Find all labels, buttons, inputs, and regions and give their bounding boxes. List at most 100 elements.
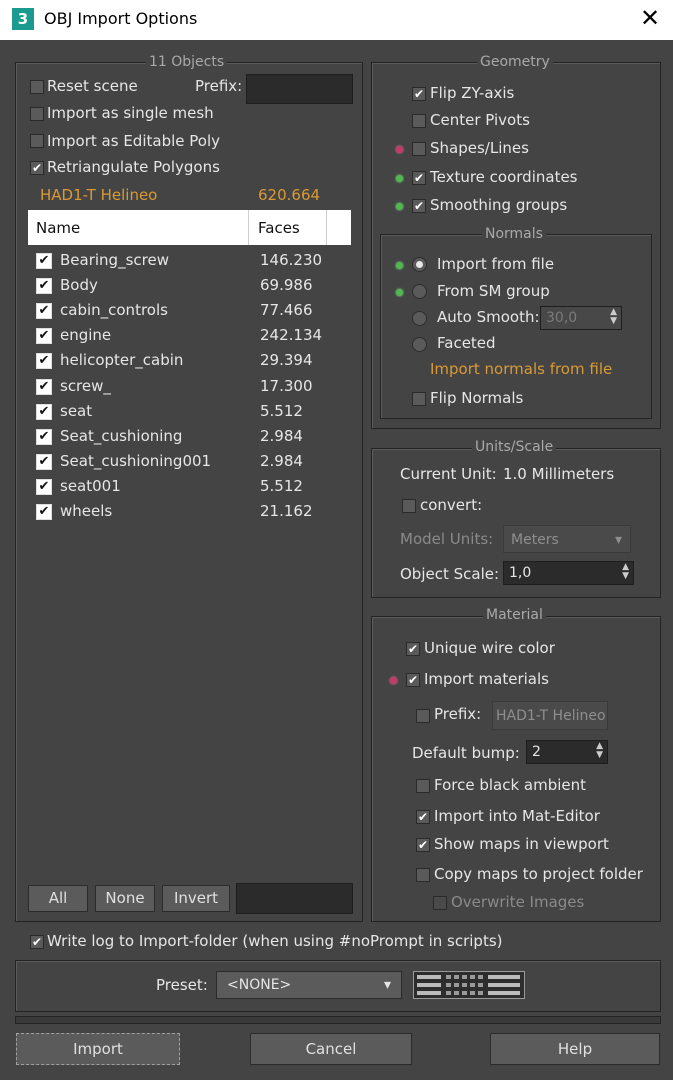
- row-faces: 21.162: [260, 502, 313, 520]
- import-materials-checkbox[interactable]: ✔: [406, 673, 420, 687]
- material-prefix-checkbox[interactable]: [416, 709, 430, 723]
- default-bump-spinner[interactable]: 2 ▲ ▼: [526, 740, 608, 764]
- row-name: screw_: [60, 376, 111, 395]
- flip-zy-label: Flip ZY-axis: [430, 84, 515, 102]
- editable-poly-label: Import as Editable Poly: [47, 132, 220, 150]
- faceted-radio[interactable]: [412, 337, 427, 352]
- table-row[interactable]: ✔ wheels 21.162: [28, 502, 351, 524]
- mat-editor-checkbox[interactable]: ✔: [416, 810, 430, 824]
- table-row[interactable]: ✔ Seat_cushioning 2.984: [28, 427, 351, 449]
- overwrite-images-checkbox[interactable]: [433, 896, 447, 910]
- spinner-arrows-icon[interactable]: ▲ ▼: [610, 308, 617, 326]
- table-row[interactable]: ✔ cabin_controls 77.466: [28, 301, 351, 323]
- force-black-label: Force black ambient: [434, 776, 587, 794]
- summary-name: HAD1-T Helineo: [40, 186, 158, 204]
- table-row[interactable]: ✔ seat001 5.512: [28, 477, 351, 499]
- preset-label: Preset:: [156, 976, 208, 994]
- table-row[interactable]: ✔ Body 69.986: [28, 276, 351, 298]
- from-sm-group-radio[interactable]: [412, 284, 427, 299]
- invert-selection-button[interactable]: Invert: [162, 885, 230, 912]
- row-checkbox[interactable]: ✔: [36, 504, 52, 520]
- row-faces: 5.512: [260, 401, 303, 420]
- row-name: Seat_cushioning: [60, 426, 183, 445]
- auto-smooth-radio[interactable]: [412, 311, 427, 326]
- preset-value: <NONE>: [227, 977, 292, 993]
- row-checkbox[interactable]: ✔: [36, 303, 52, 320]
- table-row[interactable]: ✔ engine 242.134: [28, 326, 351, 348]
- center-pivots-label: Center Pivots: [430, 111, 530, 129]
- retriangulate-label: Retriangulate Polygons: [47, 158, 220, 176]
- normals-group-title: Normals: [482, 226, 546, 242]
- import-from-file-label: Import from file: [437, 255, 555, 273]
- unique-wire-label: Unique wire color: [424, 639, 555, 657]
- chevron-down-icon: ▾: [383, 977, 391, 993]
- row-checkbox[interactable]: ✔: [36, 428, 52, 445]
- auto-smooth-value: 30,0: [546, 310, 578, 326]
- filter-input[interactable]: [236, 883, 353, 914]
- retriangulate-checkbox[interactable]: ✔: [30, 161, 44, 175]
- row-checkbox[interactable]: ✔: [36, 278, 52, 295]
- center-pivots-checkbox[interactable]: [412, 114, 426, 128]
- force-black-checkbox[interactable]: [416, 779, 430, 793]
- texture-coords-checkbox[interactable]: ✔: [412, 171, 426, 185]
- table-row[interactable]: ✔ screw_ 17.300: [28, 377, 351, 399]
- write-log-checkbox[interactable]: ✔: [30, 935, 44, 949]
- import-from-file-radio[interactable]: [412, 257, 427, 272]
- row-checkbox[interactable]: ✔: [36, 378, 52, 395]
- row-checkbox[interactable]: ✔: [36, 478, 52, 495]
- texture-coords-label: Texture coordinates: [430, 168, 578, 186]
- flip-normals-checkbox[interactable]: [412, 392, 426, 406]
- select-none-button[interactable]: None: [95, 885, 155, 912]
- shapes-status-indicator: [396, 146, 403, 153]
- smoothing-groups-checkbox[interactable]: ✔: [412, 199, 426, 213]
- single-mesh-checkbox[interactable]: [30, 107, 44, 121]
- table-row[interactable]: ✔ Bearing_screw 146.230: [28, 251, 351, 273]
- table-row[interactable]: ✔ seat 5.512: [28, 402, 351, 424]
- object-scale-value: 1,0: [509, 565, 532, 581]
- close-icon[interactable]: ✕: [632, 2, 668, 36]
- row-checkbox[interactable]: ✔: [36, 353, 52, 370]
- row-name: wheels: [60, 502, 113, 520]
- column-faces-header[interactable]: Faces: [258, 219, 300, 237]
- auto-smooth-label: Auto Smooth:: [437, 308, 540, 326]
- preset-dropdown[interactable]: <NONE> ▾: [216, 971, 402, 999]
- editable-poly-checkbox[interactable]: [30, 134, 44, 148]
- object-scale-spinner[interactable]: 1,0 ▲ ▼: [503, 561, 634, 585]
- model-units-dropdown[interactable]: Meters ▾: [503, 525, 631, 553]
- preset-grid-icon[interactable]: [413, 971, 525, 999]
- row-checkbox[interactable]: ✔: [36, 403, 52, 420]
- copy-maps-checkbox[interactable]: [416, 868, 430, 882]
- cancel-button[interactable]: Cancel: [250, 1033, 412, 1065]
- spinner-arrows-icon[interactable]: ▲ ▼: [596, 742, 603, 760]
- row-name: seat: [60, 401, 93, 420]
- import-button[interactable]: Import: [16, 1033, 180, 1065]
- column-name-header[interactable]: Name: [36, 219, 80, 237]
- row-checkbox[interactable]: ✔: [36, 453, 52, 470]
- convert-checkbox[interactable]: [402, 499, 416, 513]
- row-name: Body: [60, 276, 98, 295]
- material-prefix-input[interactable]: HAD1-T Helineo: [492, 701, 608, 730]
- table-row[interactable]: ✔ helicopter_cabin 29.394: [28, 351, 351, 373]
- flip-zy-checkbox[interactable]: ✔: [412, 87, 426, 101]
- prefix-input[interactable]: [246, 74, 353, 104]
- help-button[interactable]: Help: [490, 1033, 660, 1065]
- shapes-lines-label: Shapes/Lines: [430, 139, 529, 157]
- reset-scene-checkbox[interactable]: [30, 80, 44, 94]
- smoothing-status-indicator: [396, 203, 403, 210]
- texture-status-indicator: [396, 175, 403, 182]
- material-group-title: Material: [483, 607, 546, 623]
- import-materials-label: Import materials: [424, 670, 549, 688]
- spinner-arrows-icon[interactable]: ▲ ▼: [622, 563, 629, 581]
- row-checkbox[interactable]: ✔: [36, 253, 52, 269]
- column-divider: [326, 210, 327, 245]
- row-faces: 242.134: [260, 326, 323, 345]
- show-maps-checkbox[interactable]: ✔: [416, 838, 430, 852]
- auto-smooth-spinner[interactable]: 30,0 ▲ ▼: [540, 306, 622, 330]
- model-units-label: Model Units:: [400, 530, 494, 548]
- shapes-lines-checkbox[interactable]: [412, 142, 426, 156]
- select-all-button[interactable]: All: [28, 885, 88, 912]
- row-checkbox[interactable]: ✔: [36, 328, 52, 345]
- unique-wire-checkbox[interactable]: ✔: [406, 642, 420, 656]
- table-row[interactable]: ✔ Seat_cushioning001 2.984: [28, 452, 351, 474]
- prefix-label: Prefix:: [195, 77, 243, 95]
